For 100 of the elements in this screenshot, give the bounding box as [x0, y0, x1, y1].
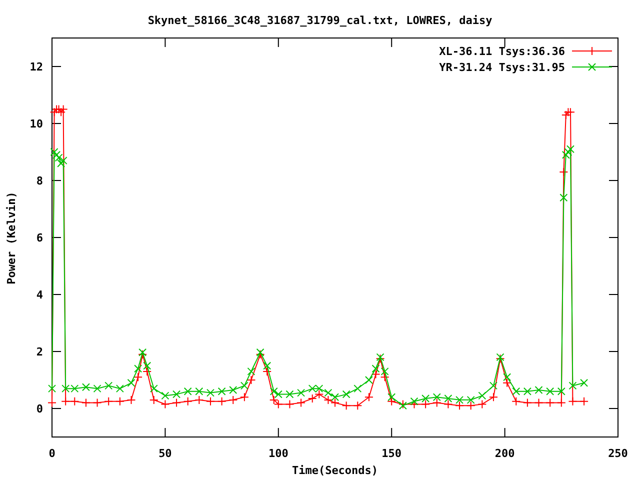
- data-point: [52, 150, 61, 159]
- data-point: [263, 362, 272, 370]
- data-point: [308, 384, 316, 393]
- data-point: [54, 154, 63, 162]
- data-point: [398, 400, 408, 409]
- data-point: [410, 400, 419, 409]
- data-point: [503, 373, 512, 382]
- data-point: [59, 156, 68, 165]
- data-point: [580, 378, 588, 387]
- legend-sample: [572, 63, 612, 71]
- data-point: [421, 400, 430, 409]
- data-point: [512, 396, 521, 406]
- data-point: [387, 396, 396, 406]
- tick-label: 12: [30, 60, 43, 74]
- data-point: [228, 395, 238, 404]
- tick-label: 50: [158, 447, 172, 460]
- data-point: [61, 396, 70, 406]
- data-point: [496, 353, 504, 362]
- data-point: [104, 396, 114, 406]
- axis-label: Time(Seconds): [292, 464, 378, 477]
- data-point: [324, 388, 332, 397]
- data-point: [246, 376, 256, 384]
- data-point: [149, 395, 158, 404]
- data-point: [380, 367, 389, 376]
- legend-label: YR-31.24 Tsys:31.95: [439, 61, 565, 74]
- data-point: [270, 387, 278, 396]
- data-point: [380, 372, 390, 382]
- data-point: [62, 384, 70, 393]
- data-point: [559, 167, 568, 176]
- data-point: [93, 384, 102, 393]
- tick-label: 100: [268, 447, 288, 460]
- data-point: [229, 386, 238, 394]
- data-point: [82, 383, 90, 392]
- data-point: [134, 372, 143, 382]
- data-point: [371, 370, 380, 379]
- tick-label: 2: [36, 346, 43, 358]
- data-point: [534, 386, 543, 394]
- data-point: [262, 366, 272, 376]
- data-point: [115, 396, 124, 406]
- data-point: [81, 398, 90, 408]
- data-point: [466, 401, 476, 410]
- data-point: [127, 378, 136, 387]
- data-point: [138, 350, 148, 359]
- data-point: [58, 104, 68, 114]
- data-point: [512, 387, 520, 396]
- legend-sample: [572, 46, 612, 56]
- data-point: [560, 194, 568, 202]
- data-point: [324, 395, 333, 404]
- data-point: [580, 396, 589, 406]
- tick-label: 8: [36, 174, 43, 188]
- data-point: [274, 400, 283, 409]
- data-point: [557, 387, 566, 396]
- data-point: [48, 384, 56, 393]
- data-point: [296, 398, 306, 408]
- tick-label: 4: [36, 288, 43, 302]
- data-point: [566, 108, 575, 117]
- data-point: [488, 392, 498, 402]
- data-point: [183, 396, 192, 406]
- data-point: [342, 401, 351, 410]
- data-point: [256, 348, 264, 356]
- data-point: [546, 398, 555, 408]
- data-point: [523, 387, 532, 396]
- data-point: [568, 382, 577, 390]
- data-point: [376, 353, 384, 362]
- data-point: [57, 159, 66, 168]
- data-point: [342, 390, 350, 398]
- data-point: [240, 382, 248, 390]
- tick-label: 6: [36, 232, 43, 244]
- data-point: [354, 384, 362, 393]
- data-point: [134, 364, 142, 373]
- data-point: [194, 395, 204, 404]
- axis-label: Power (Kelvin): [5, 192, 18, 284]
- data-point: [142, 366, 152, 376]
- data-point: [522, 398, 532, 408]
- data-point: [161, 392, 170, 400]
- data-point: [388, 393, 396, 402]
- data-point: [502, 378, 512, 388]
- data-point: [297, 388, 306, 397]
- data-point: [566, 145, 574, 154]
- data-point: [410, 397, 418, 406]
- data-point: [50, 108, 59, 117]
- data-point: [240, 392, 249, 402]
- data-point: [561, 110, 570, 120]
- data-point: [315, 384, 324, 393]
- data-point: [126, 395, 136, 404]
- tick-label: 10: [30, 118, 43, 130]
- data-point: [308, 394, 317, 404]
- data-point: [70, 384, 79, 393]
- legend-label: XL-36.11 Tsys:36.36: [439, 45, 565, 58]
- data-point: [70, 396, 80, 406]
- data-point: [432, 393, 441, 402]
- data-point: [48, 398, 56, 408]
- data-point: [456, 396, 464, 404]
- data-point: [314, 390, 324, 399]
- data-point: [138, 348, 147, 356]
- data-point: [372, 364, 380, 373]
- data-point: [104, 382, 113, 390]
- data-point: [444, 394, 452, 403]
- data-point: [376, 354, 385, 364]
- data-point: [269, 395, 278, 404]
